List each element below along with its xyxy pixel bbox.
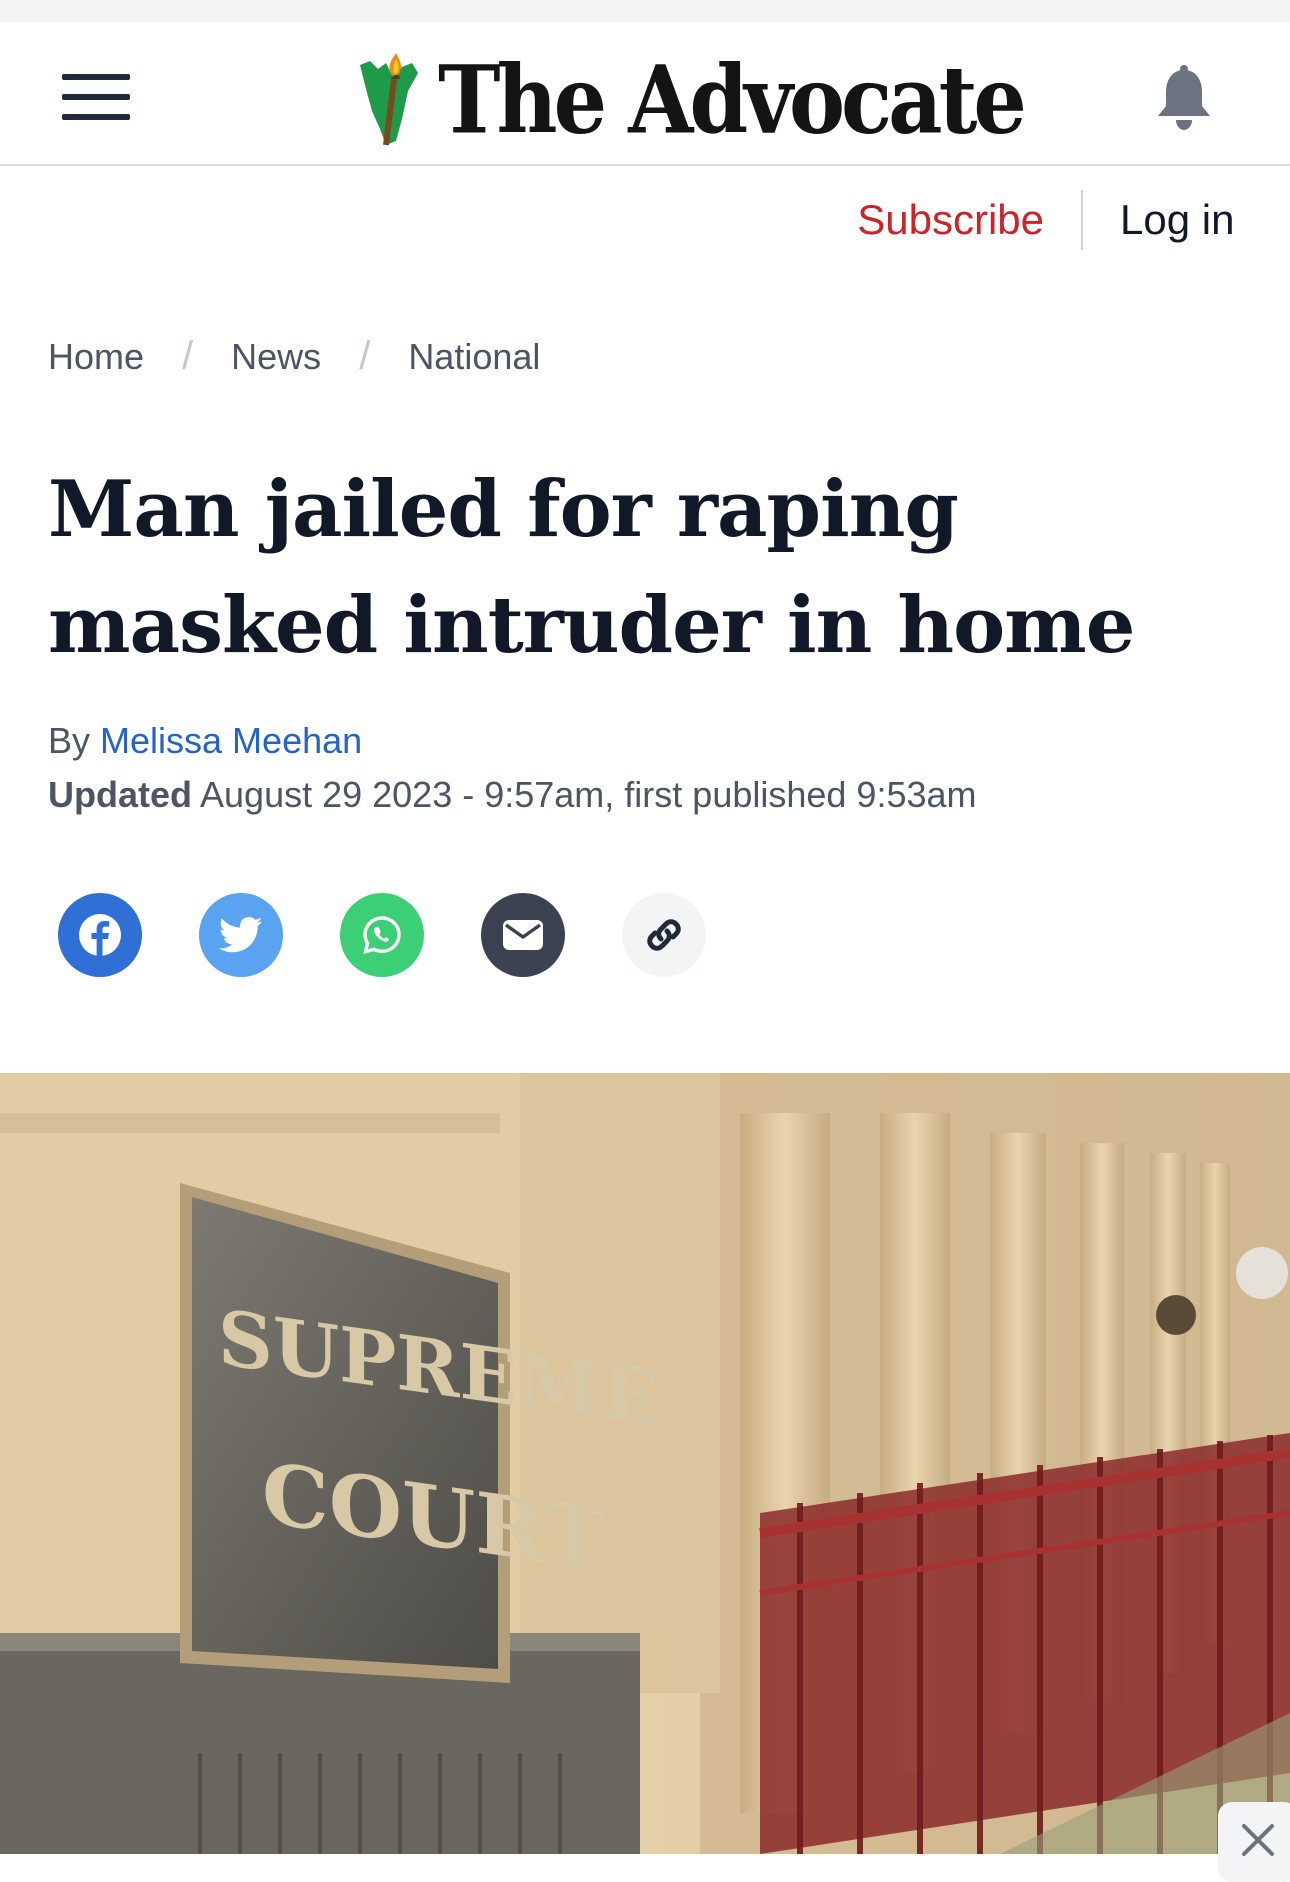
- site-logo[interactable]: The Advocate: [356, 43, 1027, 155]
- share-email-button[interactable]: [481, 893, 565, 977]
- copy-link-button[interactable]: [622, 893, 706, 977]
- hamburger-menu-icon[interactable]: [62, 74, 130, 120]
- byline: By Melissa Meehan: [48, 720, 362, 762]
- twitter-icon: [219, 916, 263, 953]
- updated-date: August 29 2023 - 9:57am, first published…: [200, 774, 977, 815]
- author-link[interactable]: Melissa Meehan: [100, 720, 362, 761]
- share-bar: [58, 893, 763, 977]
- subscribe-link[interactable]: Subscribe: [857, 196, 1044, 244]
- menu-line: [62, 94, 130, 100]
- breadcrumb-separator: /: [182, 334, 194, 378]
- breadcrumb-news[interactable]: News: [231, 336, 321, 378]
- menu-line: [62, 74, 130, 80]
- breadcrumb: Home / News / National: [48, 334, 540, 379]
- close-icon: [1242, 1824, 1274, 1856]
- account-divider: [1081, 190, 1083, 250]
- supreme-court-photo: SUPREME COURT: [0, 1073, 1290, 1854]
- link-icon: [647, 919, 681, 951]
- breadcrumb-home[interactable]: Home: [48, 336, 144, 378]
- account-bar: Subscribe Log in: [0, 166, 1290, 276]
- share-twitter-button[interactable]: [199, 893, 283, 977]
- torch-tasmania-icon: [360, 53, 418, 146]
- login-link[interactable]: Log in: [1120, 196, 1234, 244]
- dateline: Updated August 29 2023 - 9:57am, first p…: [48, 774, 977, 816]
- share-facebook-button[interactable]: [58, 893, 142, 977]
- byline-prefix: By: [48, 720, 91, 761]
- status-bar: [0, 0, 1290, 22]
- close-ad-button[interactable]: [1218, 1802, 1290, 1882]
- breadcrumb-separator: /: [359, 334, 371, 378]
- updated-label: Updated: [48, 774, 192, 815]
- whatsapp-icon: [363, 916, 401, 954]
- menu-line: [62, 114, 130, 120]
- hero-image: SUPREME COURT: [0, 1073, 1290, 1854]
- logo-wordmark: The Advocate: [438, 43, 1027, 155]
- facebook-icon: [79, 914, 121, 956]
- share-whatsapp-button[interactable]: [340, 893, 424, 977]
- site-header: The Advocate: [0, 22, 1290, 166]
- breadcrumb-national[interactable]: National: [408, 336, 540, 378]
- email-icon: [503, 920, 543, 950]
- article-headline: Man jailed for raping masked intruder in…: [48, 464, 1135, 671]
- bell-icon[interactable]: [1152, 64, 1216, 134]
